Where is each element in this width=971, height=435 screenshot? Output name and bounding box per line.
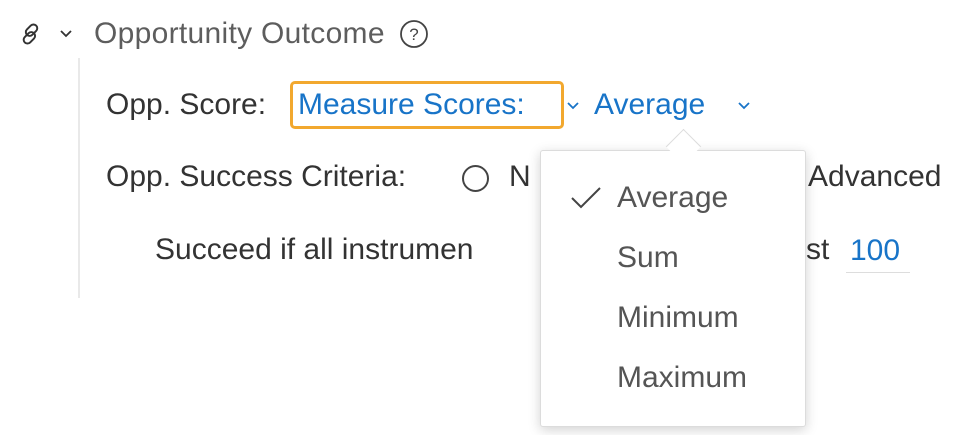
svg-text:?: ? xyxy=(409,25,418,44)
dropdown-option-sum[interactable]: Sum xyxy=(617,241,679,275)
dropdown-option-minimum[interactable]: Minimum xyxy=(617,301,739,335)
success-criteria-label: Opp. Success Criteria: xyxy=(106,160,407,193)
chevron-down-icon[interactable] xyxy=(566,99,580,113)
dropdown-option-average[interactable]: Average xyxy=(617,181,728,215)
criteria-radio-none[interactable] xyxy=(462,165,489,192)
dropdown-option-maximum[interactable]: Maximum xyxy=(617,361,747,395)
section-title: Opportunity Outcome xyxy=(94,17,385,50)
aggregate-dropdown[interactable]: Average xyxy=(594,88,705,122)
criteria-option-label[interactable]: N xyxy=(509,160,531,194)
succeed-text-tail: st xyxy=(806,233,830,266)
threshold-value: 100 xyxy=(850,234,901,267)
aggregate-dropdown-menu: Average Sum Minimum Maximum xyxy=(540,150,806,427)
threshold-input[interactable]: 100 xyxy=(846,232,910,273)
check-icon xyxy=(571,187,601,209)
section-header: Opportunity Outcome ? xyxy=(18,14,429,54)
succeed-text: Succeed if all instrumen xyxy=(155,233,474,266)
chevron-down-icon[interactable] xyxy=(58,26,74,42)
link-icon[interactable] xyxy=(18,21,44,47)
section-left-rule xyxy=(78,58,80,298)
chevron-down-icon[interactable] xyxy=(737,99,751,113)
help-circle-icon[interactable]: ? xyxy=(399,19,429,49)
criteria-option-advanced[interactable]: Advanced xyxy=(808,160,941,194)
measure-scores-dropdown[interactable]: Measure Scores: xyxy=(298,88,525,122)
score-label: Opp. Score: xyxy=(106,88,267,121)
